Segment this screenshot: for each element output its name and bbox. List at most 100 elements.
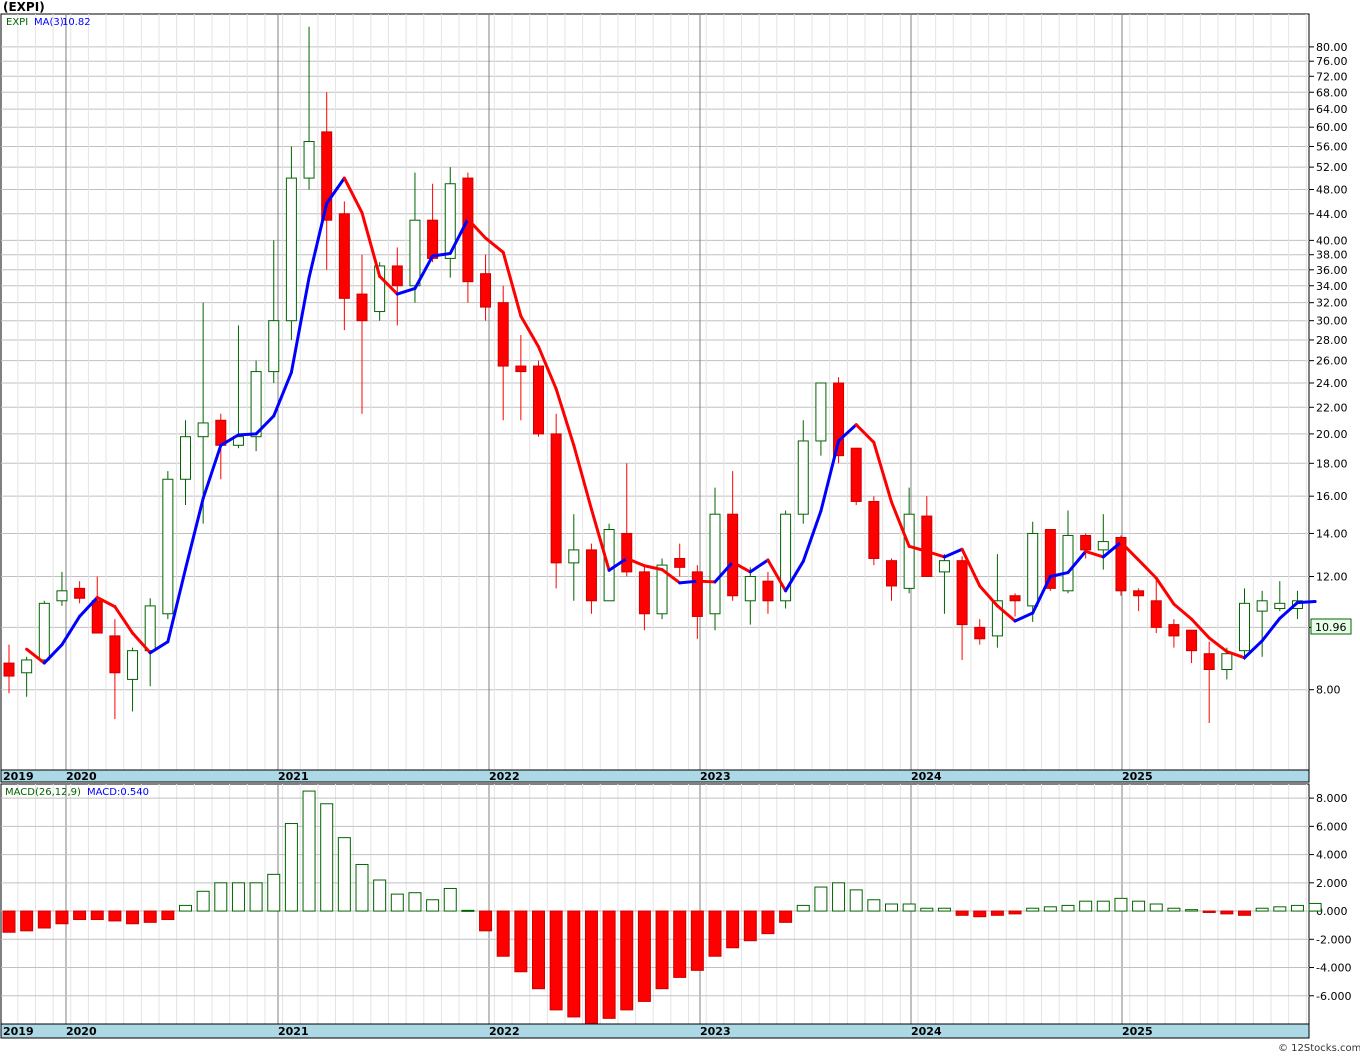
macd-bar-positive [461, 909, 475, 912]
macd-bar-negative [620, 910, 634, 1011]
price-tick-label: 16.00 [1316, 490, 1348, 503]
year-label: 2023 [700, 1025, 731, 1038]
candle-down [1133, 590, 1145, 597]
year-label: 2021 [278, 770, 309, 783]
price-tick-label: 38.00 [1316, 249, 1348, 262]
candle-down [638, 571, 650, 615]
macd-bar-positive [426, 899, 440, 912]
macd-tick-label: 4.000 [1316, 849, 1348, 862]
year-label: 2025 [1122, 1025, 1153, 1038]
macd-tick-label: 6.000 [1316, 820, 1348, 833]
candle-up [56, 590, 68, 602]
candle-up [1239, 602, 1250, 652]
candle-down [956, 560, 968, 626]
macd-bar-positive [373, 879, 387, 912]
macd-bar-negative [1202, 910, 1216, 913]
macd-bar-positive [249, 882, 263, 912]
macd-tick-label: -6.000 [1316, 990, 1351, 1003]
price-tick-label: 34.00 [1316, 280, 1348, 293]
candle-down [91, 600, 103, 634]
price-tick-label: 36.00 [1316, 264, 1348, 277]
macd-bar-positive [267, 873, 281, 912]
candle-down [480, 273, 492, 308]
candle-down [974, 626, 986, 640]
candle-down [921, 515, 933, 577]
macd-bar-negative [655, 910, 669, 990]
macd-bar-positive [1026, 907, 1040, 912]
year-label: 2022 [489, 1025, 520, 1038]
candle-up [38, 602, 50, 661]
year-label: 2019 [3, 770, 34, 783]
candle-up [1062, 534, 1074, 592]
candle-down [691, 571, 703, 617]
candle-down [3, 662, 15, 677]
macd-bar-positive [302, 790, 316, 912]
macd-bar-positive [937, 907, 951, 912]
candle-down [585, 549, 597, 602]
legend-ma-value: 10.82 [62, 17, 91, 28]
candle-down [74, 587, 86, 599]
macd-bar-positive [1149, 903, 1163, 912]
year-label: 2024 [911, 1025, 942, 1038]
macd-bar-positive [902, 903, 916, 912]
macd-bar-negative [761, 910, 775, 935]
candle-up [250, 371, 262, 438]
candle-up [162, 478, 174, 615]
year-label: 2022 [489, 770, 520, 783]
candle-up [1097, 541, 1109, 551]
macd-bar-negative [37, 910, 51, 929]
macd-bar-positive [1255, 907, 1269, 912]
candle-up [568, 549, 580, 564]
candle-up [180, 436, 191, 480]
macd-bar-negative [90, 910, 104, 921]
macd-bar-negative [743, 910, 757, 942]
candle-up [285, 177, 297, 322]
macd-bar-positive [408, 892, 422, 912]
macd-bar-positive [867, 899, 881, 912]
year-label: 2023 [700, 770, 731, 783]
candle-up [127, 650, 139, 680]
year-label: 2020 [66, 770, 97, 783]
price-tick-label: 32.00 [1316, 297, 1348, 310]
candle-down [515, 365, 527, 373]
candle-up [268, 320, 280, 373]
macd-legend-label: MACD(26,12,9) [5, 787, 81, 798]
macd-bar-negative [161, 910, 175, 921]
candle-up [1027, 532, 1039, 607]
macd-tick-label: -4.000 [1316, 962, 1351, 975]
macd-bar-negative [779, 910, 793, 923]
legend-symbol: EXPI [6, 17, 28, 28]
chart-title: (EXPI) [3, 0, 45, 14]
candle-down [1009, 595, 1021, 602]
price-tick-label: 48.00 [1316, 183, 1348, 196]
price-tick-label: 14.00 [1316, 527, 1348, 540]
ma-segment [1295, 600, 1317, 605]
macd-y-axis: -6.000-4.000-2.0000.0002.0004.0006.0008.… [1309, 792, 1351, 1003]
candle-up [303, 141, 315, 179]
macd-bar-negative [1220, 910, 1234, 915]
macd-bar-negative [1008, 910, 1022, 915]
macd-tick-label: -2.000 [1316, 933, 1351, 946]
macd-bar-negative [690, 910, 704, 971]
candle-down [550, 433, 562, 564]
price-tick-label: 56.00 [1316, 140, 1348, 153]
macd-bar-positive [320, 803, 334, 912]
price-tick-label: 26.00 [1316, 355, 1348, 368]
macd-bar-positive [284, 823, 298, 912]
candle-up [144, 605, 156, 652]
macd-bar-positive [1290, 904, 1304, 912]
price-tick-label: 64.00 [1316, 103, 1348, 116]
year-label: 2021 [278, 1025, 309, 1038]
candle-down [762, 580, 774, 602]
candle-up [1256, 600, 1268, 612]
candle-down [850, 447, 862, 502]
candle-down [109, 635, 121, 674]
price-tick-label: 12.00 [1316, 570, 1348, 583]
macd-bar-negative [990, 910, 1004, 916]
macd-bar-negative [955, 910, 969, 916]
macd-bar-negative [567, 910, 581, 1018]
macd-bar-negative [1238, 910, 1251, 916]
candle-down [338, 213, 350, 299]
candle-up [197, 422, 209, 438]
last-price-label: 10.96 [1315, 621, 1347, 634]
